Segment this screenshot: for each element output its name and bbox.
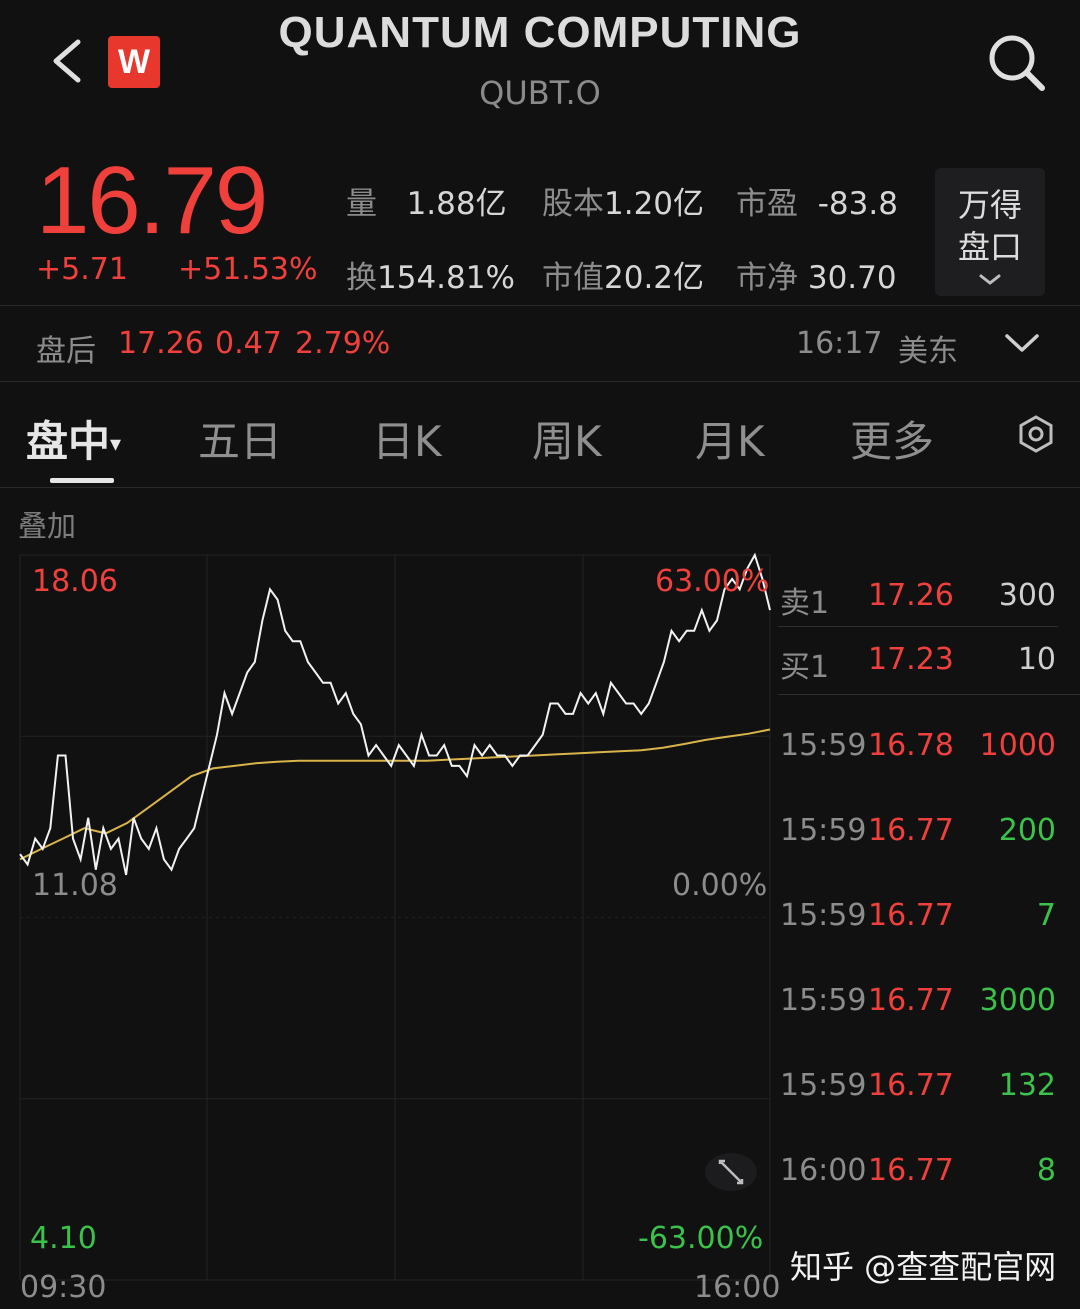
last-price: 16.79 [36, 147, 268, 254]
tab-weekly-k[interactable]: 周K [532, 408, 602, 469]
stat-pb: 市净 30.70 [736, 260, 897, 296]
wind-logo: W [108, 36, 160, 88]
after-hours-price: 17.26 [118, 326, 204, 361]
y-axis-low-pct: -63.00% [638, 1221, 764, 1256]
tab-monthly-k[interactable]: 月K [695, 408, 765, 469]
trade-row: 15:59 16.77 132 [780, 1068, 1056, 1103]
tab-intraday[interactable]: 盘中▾ [26, 408, 121, 469]
back-arrow-icon[interactable] [44, 36, 92, 86]
page-title: QUANTUM COMPUTING [278, 8, 802, 57]
divider [778, 694, 1080, 695]
y-axis-high-pct: 63.00% [655, 564, 770, 599]
y-axis-mid-pct: 0.00% [672, 868, 768, 903]
tab-five-day[interactable]: 五日 [198, 408, 282, 469]
overlay-button[interactable]: 叠加 [18, 503, 76, 545]
search-icon[interactable] [984, 30, 1048, 94]
x-axis-start: 09:30 [20, 1270, 107, 1305]
expand-icon[interactable] [704, 1152, 758, 1192]
order-book: 卖1 17.26 300 买1 17.23 10 15:59 16.78 1000 … [778, 560, 1080, 1300]
after-hours-change: 0.47 [215, 326, 282, 361]
price-change: +5.71 [36, 252, 128, 287]
stat-turnover: 换154.81% [346, 260, 515, 296]
trade-row: 15:59 16.77 200 [780, 813, 1056, 848]
chart-grid [19, 554, 771, 1281]
ask-row: 卖1 17.26 300 [780, 578, 1056, 621]
divider [778, 626, 1058, 627]
divider [0, 305, 1080, 306]
price-change-pct: +51.53% [178, 252, 318, 287]
y-axis-low: 4.10 [30, 1221, 97, 1256]
chevron-down-icon [979, 274, 1001, 285]
chevron-down-icon[interactable] [1004, 332, 1040, 354]
ticker-symbol: QUBT.O [479, 74, 601, 112]
settings-icon[interactable] [1016, 414, 1056, 454]
x-axis-end: 16:00 [694, 1270, 781, 1305]
after-hours-label: 盘后 [36, 334, 96, 369]
intraday-chart[interactable] [0, 540, 780, 1309]
divider [0, 487, 1080, 488]
y-axis-high: 18.06 [32, 564, 118, 599]
watermark: 知乎 @查查配官网 [790, 1248, 1057, 1286]
divider [0, 381, 1080, 382]
trade-row: 15:59 16.78 1000 [780, 728, 1056, 763]
y-axis-mid: 11.08 [32, 868, 118, 903]
after-hours-change-pct: 2.79% [295, 326, 391, 361]
bid-row: 买1 17.23 10 [780, 642, 1056, 685]
stat-market-cap: 市值20.2亿 [542, 260, 705, 296]
tab-daily-k[interactable]: 日K [372, 408, 442, 469]
stat-share-cap: 股本1.20亿 [542, 186, 705, 222]
trade-row: 15:59 16.77 7 [780, 898, 1056, 933]
timezone-label: 美东 [898, 334, 958, 369]
trade-row: 16:00 16.77 8 [780, 1153, 1056, 1188]
stat-volume: 量 1.88亿 [346, 186, 507, 222]
stat-pe: 市盈 -83.8 [736, 186, 898, 222]
after-hours-time: 16:17 [796, 326, 883, 361]
active-tab-indicator [50, 478, 114, 483]
tab-more[interactable]: 更多 [850, 408, 934, 469]
trade-row: 15:59 16.77 3000 [780, 983, 1056, 1018]
